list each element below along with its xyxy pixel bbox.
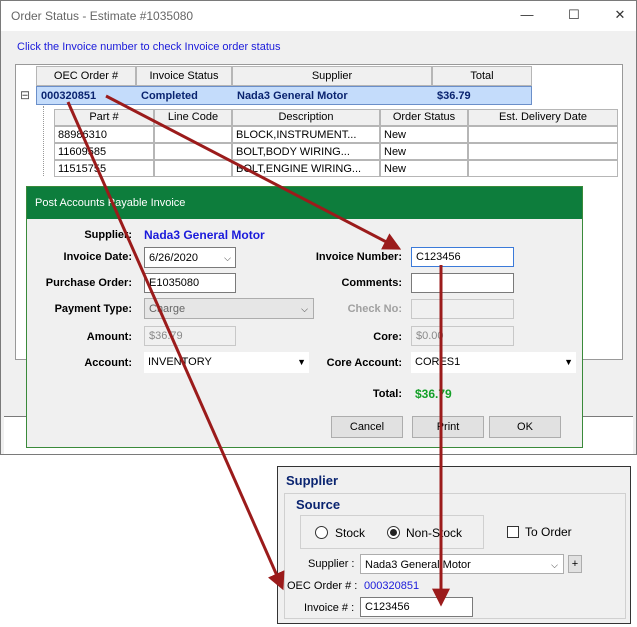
- comments-label: Comments:: [341, 277, 402, 289]
- total-value: $36.79: [415, 387, 452, 401]
- comments-field[interactable]: [411, 273, 514, 293]
- total-cell: $36.79: [437, 90, 471, 102]
- line-code-cell: [154, 143, 232, 160]
- detail-header-line-code[interactable]: Line Code: [154, 109, 232, 126]
- supplier-select-value: Nada3 General Motor: [365, 559, 471, 571]
- payment-type-value: Charge: [149, 303, 186, 315]
- delivery-cell: [468, 143, 618, 160]
- supplier-panel: Supplier Source Stock Non-Stock To Order…: [277, 466, 631, 624]
- oec-order-link[interactable]: 000320851: [41, 87, 96, 105]
- invoice-number-field[interactable]: C123456: [411, 247, 514, 267]
- oec-order-link[interactable]: 000320851: [364, 580, 419, 592]
- stock-radio-label: Stock: [335, 526, 366, 540]
- order-status-cell: New: [380, 143, 468, 160]
- detail-header-order-status[interactable]: Order Status: [380, 109, 468, 126]
- core-label: Core:: [373, 331, 402, 343]
- payment-type-select[interactable]: Charge ⌵: [144, 298, 314, 319]
- amount-field: $36.79: [144, 326, 236, 346]
- chevron-down-icon[interactable]: ⌵: [224, 248, 231, 268]
- payment-type-label: Payment Type:: [54, 303, 132, 315]
- supplier-cell: Nada3 General Motor: [237, 90, 348, 102]
- col-header-total[interactable]: Total: [432, 66, 532, 86]
- add-supplier-button[interactable]: +: [568, 555, 582, 573]
- part-cell: 88986310: [54, 126, 154, 143]
- invoice-label: Invoice # :: [304, 602, 355, 614]
- supplier-label: Supplier:: [84, 229, 132, 241]
- invoice-field[interactable]: C123456: [360, 597, 473, 617]
- source-radio-group: Stock Non-Stock: [300, 515, 484, 549]
- table-row[interactable]: 000320851 Completed Nada3 General Motor …: [36, 86, 532, 105]
- oec-order-label: OEC Order # :: [287, 580, 358, 592]
- core-account-select[interactable]: CORES1 ▼: [411, 352, 576, 373]
- supplier-label: Supplier :: [308, 558, 355, 570]
- collapse-minus-icon[interactable]: ⊟: [20, 88, 30, 102]
- maximize-icon[interactable]: ☐: [566, 7, 582, 23]
- tree-line: [43, 106, 44, 176]
- col-header-supplier[interactable]: Supplier: [232, 66, 432, 86]
- account-select[interactable]: INVENTORY ▼: [144, 352, 309, 373]
- core-account-value: CORES1: [415, 356, 461, 368]
- minimize-icon[interactable]: —: [519, 7, 535, 23]
- invoice-date-label: Invoice Date:: [63, 251, 132, 263]
- dialog-title: Post Accounts Payable Invoice: [27, 187, 582, 219]
- purchase-order-label: Purchase Order:: [45, 277, 132, 289]
- table-row[interactable]: 88986310 BLOCK,INSTRUMENT... New: [54, 126, 618, 143]
- part-cell: 11515755: [54, 160, 154, 177]
- invoice-status-cell: Completed: [141, 90, 198, 102]
- stock-radio[interactable]: [315, 526, 328, 539]
- nonstock-radio-label: Non-Stock: [406, 526, 463, 540]
- line-code-cell: [154, 126, 232, 143]
- post-invoice-dialog: Post Accounts Payable Invoice Supplier: …: [26, 186, 583, 448]
- description-cell: BOLT,BODY WIRING...: [232, 143, 380, 160]
- title-bar: Order Status - Estimate #1035080 — ☐ ✕: [1, 1, 636, 31]
- to-order-label: To Order: [525, 525, 572, 539]
- supplier-value: Nada3 General Motor: [144, 228, 265, 242]
- cancel-button[interactable]: Cancel: [331, 416, 403, 438]
- core-account-label: Core Account:: [326, 357, 402, 369]
- delivery-cell: [468, 126, 618, 143]
- part-cell: 11609585: [54, 143, 154, 160]
- purchase-order-field[interactable]: E1035080: [144, 273, 236, 293]
- table-row[interactable]: 11609585 BOLT,BODY WIRING... New: [54, 143, 618, 160]
- col-header-oec-order[interactable]: OEC Order #: [36, 66, 136, 86]
- dropdown-arrow-icon[interactable]: ▼: [564, 352, 573, 372]
- check-no-field: [411, 299, 514, 319]
- close-icon[interactable]: ✕: [612, 7, 628, 23]
- chevron-down-icon[interactable]: ⌵: [551, 555, 558, 575]
- nonstock-radio[interactable]: [387, 526, 400, 539]
- account-value: INVENTORY: [148, 356, 212, 368]
- order-status-cell: New: [380, 160, 468, 177]
- detail-header-delivery[interactable]: Est. Delivery Date: [468, 109, 618, 126]
- instruction-text: Click the Invoice number to check Invoic…: [17, 41, 281, 53]
- print-button[interactable]: Print: [412, 416, 484, 438]
- table-row[interactable]: 11515755 BOLT,ENGINE WIRING... New: [54, 160, 618, 177]
- invoice-number-label: Invoice Number:: [315, 251, 402, 263]
- detail-header-description[interactable]: Description: [232, 109, 380, 126]
- invoice-date-picker[interactable]: 6/26/2020 ⌵: [144, 247, 236, 268]
- supplier-select[interactable]: Nada3 General Motor ⌵: [360, 554, 564, 574]
- order-status-cell: New: [380, 126, 468, 143]
- description-cell: BLOCK,INSTRUMENT...: [232, 126, 380, 143]
- line-code-cell: [154, 160, 232, 177]
- window-title: Order Status - Estimate #1035080: [11, 9, 194, 23]
- radio-selected-dot: [390, 529, 397, 536]
- to-order-checkbox[interactable]: [507, 526, 519, 538]
- amount-label: Amount:: [86, 331, 132, 343]
- description-cell: BOLT,ENGINE WIRING...: [232, 160, 380, 177]
- check-no-label: Check No:: [347, 303, 402, 315]
- invoice-date-value: 6/26/2020: [149, 252, 198, 264]
- delivery-cell: [468, 160, 618, 177]
- core-field: $0.00: [411, 326, 514, 346]
- col-header-invoice-status[interactable]: Invoice Status: [136, 66, 232, 86]
- source-title: Source: [296, 497, 341, 512]
- supplier-panel-title: Supplier: [286, 473, 339, 488]
- total-label: Total:: [372, 388, 402, 400]
- detail-header-part[interactable]: Part #: [54, 109, 154, 126]
- account-label: Account:: [84, 357, 132, 369]
- ok-button[interactable]: OK: [489, 416, 561, 438]
